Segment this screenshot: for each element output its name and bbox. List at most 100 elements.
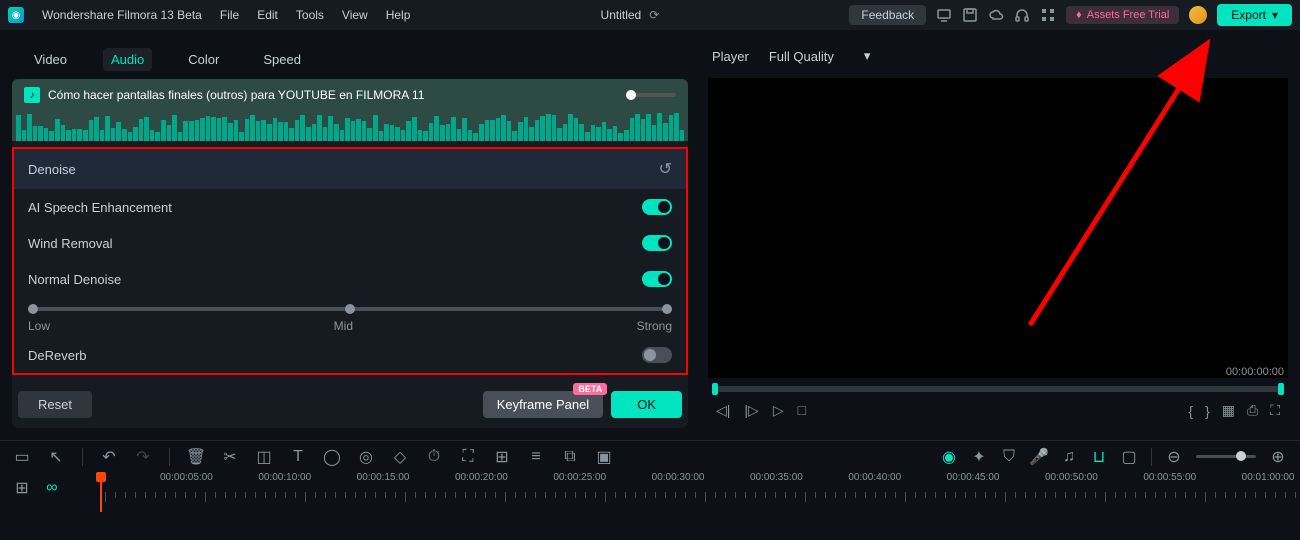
cloud-sync-icon[interactable]: ⟳ [649,8,659,22]
music-tool-icon[interactable]: ♫ [1061,449,1077,465]
user-avatar[interactable] [1189,6,1207,24]
ruler-mark: 00:00:50:00 [1045,472,1098,483]
crop-icon[interactable]: ◫ [256,449,272,465]
reset-button[interactable]: Reset [18,391,92,418]
timer-icon[interactable]: ⏱ [426,449,442,465]
denoise-header-row: Denoise ↺ [14,149,686,189]
denoise-strength-slider-row: Low Mid Strong [14,297,686,337]
quality-dropdown[interactable]: Full Quality ▾ [769,48,871,64]
save-icon[interactable] [962,7,978,23]
shield-icon[interactable]: ⛉ [1001,449,1017,465]
mark-out-icon[interactable]: } [1205,403,1210,419]
denoise-label: Denoise [28,162,76,177]
delete-icon[interactable]: 🗑 [188,449,204,465]
adjust-icon[interactable]: ⊞ [494,449,510,465]
text-icon[interactable]: T [290,449,306,465]
headphones-icon[interactable] [1014,7,1030,23]
menu-file[interactable]: File [220,8,239,22]
timeline: ⊞ ∞ 00:00:05:0000:00:10:0000:00:15:0000:… [0,472,1300,532]
timeline-ruler[interactable]: 00:00:05:0000:00:10:0000:00:15:0000:00:2… [100,472,1300,532]
keyframe-icon[interactable]: ◇ [392,449,408,465]
document-title: Untitled [601,8,642,22]
ruler-mark: 00:00:25:00 [553,472,606,483]
tab-video[interactable]: Video [26,48,75,71]
assets-free-trial-button[interactable]: ♦ Assets Free Trial [1066,6,1179,24]
normal-denoise-toggle[interactable] [642,271,672,287]
ruler-mark: 00:00:35:00 [750,472,803,483]
ai-speech-toggle[interactable] [642,199,672,215]
stop-icon[interactable]: □ [798,402,806,419]
player-scrubber[interactable]: 00:00:00:00 [704,382,1292,396]
ruler-mark: 00:00:10:00 [258,472,311,483]
export-button[interactable]: Export ▾ [1217,4,1292,26]
color-icon[interactable]: ◎ [358,449,374,465]
slider-label-mid: Mid [334,319,353,333]
group-icon[interactable]: ⧉ [562,449,578,465]
denoise-strength-slider[interactable] [28,307,672,311]
wind-removal-label: Wind Removal [28,236,113,251]
tab-audio[interactable]: Audio [103,48,152,71]
magnet-icon[interactable]: ⊔ [1091,449,1107,465]
track-options-icon[interactable]: ⊞ [14,480,30,496]
music-icon: ♪ [24,87,40,103]
menu-edit[interactable]: Edit [257,8,278,22]
monitor-icon[interactable] [936,7,952,23]
select-tool-icon[interactable]: ▭ [14,449,30,465]
skip-back-icon[interactable]: |▷ [744,402,758,419]
zoom-slider[interactable] [1196,455,1256,458]
dereverb-toggle[interactable] [642,347,672,363]
snapshot-icon[interactable]: ⎙ [1247,402,1258,419]
undo-icon[interactable]: ↶ [101,449,117,465]
menu-help[interactable]: Help [386,8,411,22]
zoom-out-icon[interactable]: ⊖ [1166,449,1182,465]
ruler-mark: 00:00:40:00 [848,472,901,483]
feedback-button[interactable]: Feedback [849,5,926,25]
player-label: Player [712,49,749,64]
ai-icon[interactable]: ◉ [941,449,957,465]
ai-speech-label: AI Speech Enhancement [28,200,172,215]
expand-icon[interactable]: ⛶ [460,449,476,465]
cloud-icon[interactable] [988,7,1004,23]
menu-tools[interactable]: Tools [296,8,324,22]
reset-icon[interactable]: ↺ [659,159,672,179]
video-preview[interactable] [708,78,1288,378]
cut-icon[interactable]: ✂ [222,449,238,465]
keyframe-panel-button[interactable]: Keyframe Panel BETA [483,391,604,418]
link-icon[interactable]: ∞ [44,480,60,496]
ruler-mark: 00:00:45:00 [947,472,1000,483]
slider-label-low: Low [28,319,50,333]
normal-denoise-row: Normal Denoise [14,261,686,297]
ok-button[interactable]: OK [611,391,682,418]
mic-icon[interactable]: 🎤 [1031,449,1047,465]
app-logo: ◉ [8,7,24,23]
beta-badge: BETA [573,383,607,395]
mark-in-icon[interactable]: { [1188,403,1193,419]
slider-label-strong: Strong [637,319,672,333]
render-icon[interactable]: ▣ [596,449,612,465]
ruler-mark: 00:00:30:00 [652,472,705,483]
sparkle-icon[interactable]: ✦ [971,449,987,465]
ruler-mark: 00:01:00:00 [1242,472,1295,483]
play-icon[interactable]: ▷ [773,402,784,419]
speed-icon[interactable]: ◯ [324,449,340,465]
ruler-mark: 00:00:05:00 [160,472,213,483]
properties-panel: Video Audio Color Speed ♪ Cómo hacer pan… [0,30,700,440]
normal-denoise-label: Normal Denoise [28,272,121,287]
apps-icon[interactable] [1040,7,1056,23]
wind-removal-toggle[interactable] [642,235,672,251]
zoom-in-icon[interactable]: ⊕ [1270,449,1286,465]
marker-icon[interactable]: ▢ [1121,449,1137,465]
clip-progress-slider[interactable] [626,93,676,97]
prev-frame-icon[interactable]: ◁| [716,402,730,419]
tab-color[interactable]: Color [180,48,227,71]
app-title: Wondershare Filmora 13 Beta [42,8,202,22]
menu-view[interactable]: View [342,8,368,22]
fullscreen-icon[interactable]: ⛶ [1270,402,1280,419]
redo-icon[interactable]: ↷ [135,449,151,465]
chevron-down-icon: ▾ [864,48,871,64]
filters-icon[interactable]: ≡ [528,449,544,465]
tab-speed[interactable]: Speed [255,48,309,71]
compare-icon[interactable]: ▦ [1222,402,1235,419]
player-timecode: 00:00:00:00 [1226,366,1284,378]
pointer-tool-icon[interactable]: ↖ [48,449,64,465]
